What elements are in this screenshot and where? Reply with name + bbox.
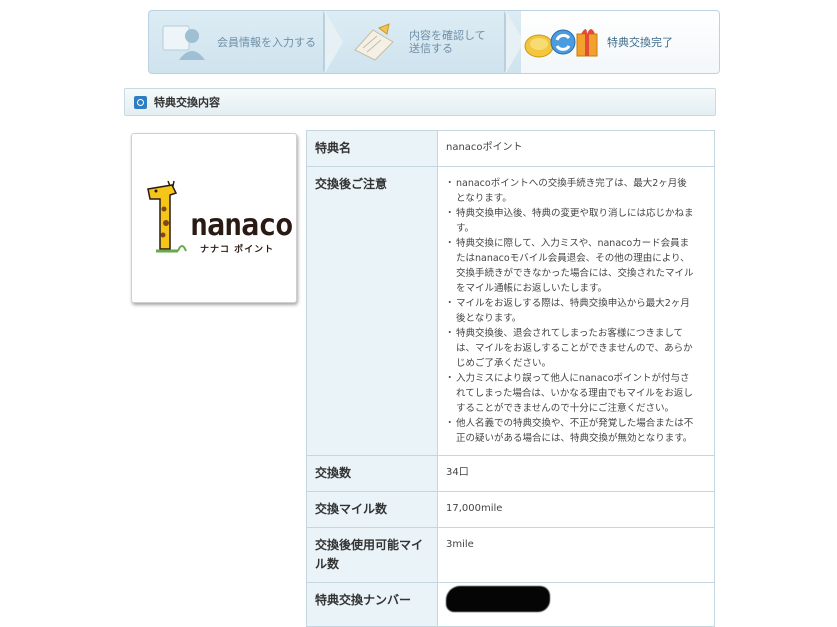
list-item: 特典交換申込後、特典の変更や取り消しには応じかねます。 (445, 206, 696, 236)
list-item: nanacoポイントへの交換手続き完了は、最大2ヶ月後となります。 (445, 176, 696, 206)
step-progress-bar: 会員情報を入力する 内容を確認して 送信する 特典交換完了 (148, 10, 720, 74)
step-confirm-and-send: 内容を確認して 送信する (349, 11, 524, 73)
step-label: 内容を確認して 送信する (409, 29, 486, 55)
logo-text: nanaco (190, 208, 293, 243)
table-row: 特典交換ナンバー (306, 582, 715, 627)
section-header: 特典交換内容 (124, 88, 716, 116)
list-item: 特典交換に際して、入力ミスや、nanacoカード会員またはnanacoモバイル会… (445, 236, 696, 296)
step-exchange-complete: 特典交換完了 (521, 11, 719, 73)
step-label: 特典交換完了 (607, 35, 673, 49)
miles-value: 17,000mile (437, 491, 715, 528)
step-enter-member-info: 会員情報を入力する (159, 11, 334, 73)
coins-gift-icon (524, 29, 598, 58)
reward-name-value: nanacoポイント (437, 130, 715, 167)
row-label: 交換数 (306, 455, 438, 492)
page: 会員情報を入力する 内容を確認して 送信する 特典交換完了 特典交換内容 nan… (0, 0, 837, 627)
list-item: マイルをお返しする際は、特典交換申込から最大2ヶ月後となります。 (445, 296, 696, 326)
count-value: 34口 (437, 455, 715, 492)
exchange-details-table: 特典名 nanacoポイント 交換後ご注意 nanacoポイントへの交換手続き完… (306, 130, 715, 627)
exchange-number-cell (437, 582, 715, 627)
reward-logo: nanaco ナナコ ポイント (131, 133, 297, 303)
redacted-exchange-number (446, 586, 550, 612)
step-label: 会員情報を入力する (217, 35, 316, 49)
list-item: 入力ミスにより誤って他人にnanacoポイントが付与されてしまった場合は、いかな… (445, 371, 696, 416)
table-row: 特典名 nanacoポイント (306, 130, 715, 167)
row-label: 交換マイル数 (306, 491, 438, 528)
section-icon (134, 95, 147, 109)
remaining-miles-value: 3mile (437, 527, 715, 583)
table-row: 交換数 34口 (306, 455, 715, 492)
table-row: 交換マイル数 17,000mile (306, 491, 715, 528)
document-icon (354, 23, 394, 61)
row-label: 特典名 (306, 130, 438, 167)
row-label: 交換後ご注意 (306, 166, 438, 456)
step-label-line1: 内容を確認して (409, 29, 486, 42)
user-icon (162, 25, 205, 60)
list-item: 特典交換後、退会されてしまったお客様につきましては、マイルをお返しすることができ… (445, 326, 696, 371)
table-row: 交換後使用可能マイル数 3mile (306, 527, 715, 583)
section-title: 特典交換内容 (154, 96, 220, 109)
row-label: 交換後使用可能マイル数 (306, 527, 438, 583)
row-label: 特典交換ナンバー (306, 582, 438, 627)
notes-cell: nanacoポイントへの交換手続き完了は、最大2ヶ月後となります。 特典交換申込… (437, 166, 715, 456)
list-item: 他人名義での特典交換や、不正が発覚した場合または不正の疑いがある場合には、特典交… (445, 416, 696, 446)
table-row: 交換後ご注意 nanacoポイントへの交換手続き完了は、最大2ヶ月後となります。… (306, 166, 715, 456)
logo-subtext: ナナコ ポイント (200, 245, 275, 255)
step-label-line2: 送信する (409, 42, 453, 55)
notes-list: nanacoポイントへの交換手続き完了は、最大2ヶ月後となります。 特典交換申込… (445, 176, 696, 446)
step-divider (325, 11, 343, 73)
